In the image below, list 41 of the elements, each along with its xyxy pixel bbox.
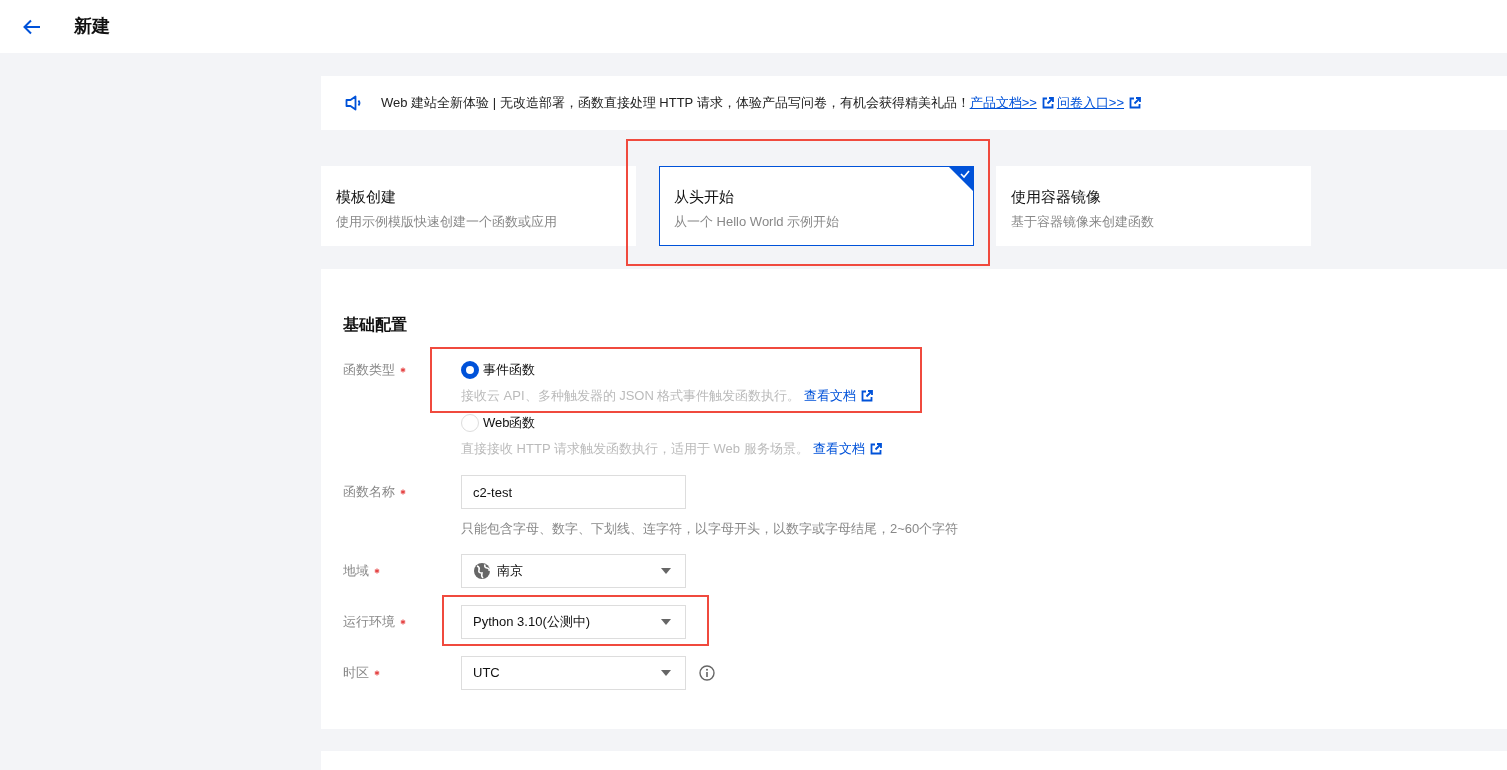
external-link-icon — [861, 390, 874, 402]
dropdown[interactable]: 南京 — [461, 553, 686, 588]
name-input[interactable]: c2-test — [461, 475, 686, 509]
mode-card[interactable]: 模板创建 使用示例模版快速创建一个函数或应用 — [321, 166, 636, 246]
mode-title: 从头开始 — [674, 187, 735, 207]
radio-button[interactable] — [461, 361, 479, 379]
radio-option[interactable]: Web函数 — [461, 406, 882, 440]
caret-icon — [661, 618, 671, 625]
radio-option[interactable]: 事件函数 — [461, 353, 882, 387]
back-arrow-icon — [23, 18, 41, 35]
caret-icon — [661, 567, 671, 574]
notice-link[interactable]: 产品文档>> — [969, 93, 1037, 113]
dropdown[interactable]: UTC — [461, 655, 686, 690]
mode-description: 基于容器镜像来创建函数 — [1011, 213, 1155, 231]
selected-check-icon — [949, 167, 973, 191]
mode-description: 使用示例模版快速创建一个函数或应用 — [336, 213, 558, 231]
section-title: 基础配置 — [343, 315, 408, 335]
external-link-icon — [869, 443, 882, 455]
notice-link[interactable]: 问卷入口>> — [1056, 93, 1124, 113]
field-hint: 只能包含字母、数字、下划线、连字符，以字母开头，以数字或字母结尾，2~60个字符 — [461, 520, 959, 538]
radio-hint: 直接接收 HTTP 请求触发函数执行，适用于 Web 服务场景。 — [461, 440, 809, 459]
caret-icon — [661, 669, 671, 676]
field-label: 时区 — [343, 663, 369, 682]
field-label: 函数名称 — [343, 483, 395, 502]
mode-card[interactable]: 使用容器镜像 基于容器镜像来创建函数 — [996, 166, 1311, 246]
mode-description: 从一个 Hello World 示例开始 — [674, 213, 841, 231]
mode-card[interactable]: 从头开始 从一个 Hello World 示例开始 — [659, 166, 974, 246]
dropdown[interactable]: Python 3.10(公测中) — [461, 604, 686, 639]
field-label: 运行环境 — [343, 612, 395, 631]
external-link-icon — [1041, 97, 1054, 109]
radio-hint: 接收云 API、多种触发器的 JSON 格式事件触发函数执行。 — [461, 387, 801, 406]
speaker-icon — [345, 95, 363, 111]
field-label: 地域 — [343, 561, 369, 580]
docs-link[interactable]: 查看文档 — [812, 439, 865, 459]
field-label: 函数类型 — [343, 361, 395, 380]
page-title: 新建 — [74, 15, 110, 38]
external-link-icon — [1129, 97, 1141, 109]
mode-title: 模板创建 — [336, 187, 397, 207]
notice-text: Web 建站全新体验 | 无改造部署，函数直接处理 HTTP 请求，体验产品写问卷，有机会获得精美礼品！ — [381, 94, 970, 113]
docs-link[interactable]: 查看文档 — [804, 386, 857, 406]
mode-title: 使用容器镜像 — [1011, 187, 1102, 207]
